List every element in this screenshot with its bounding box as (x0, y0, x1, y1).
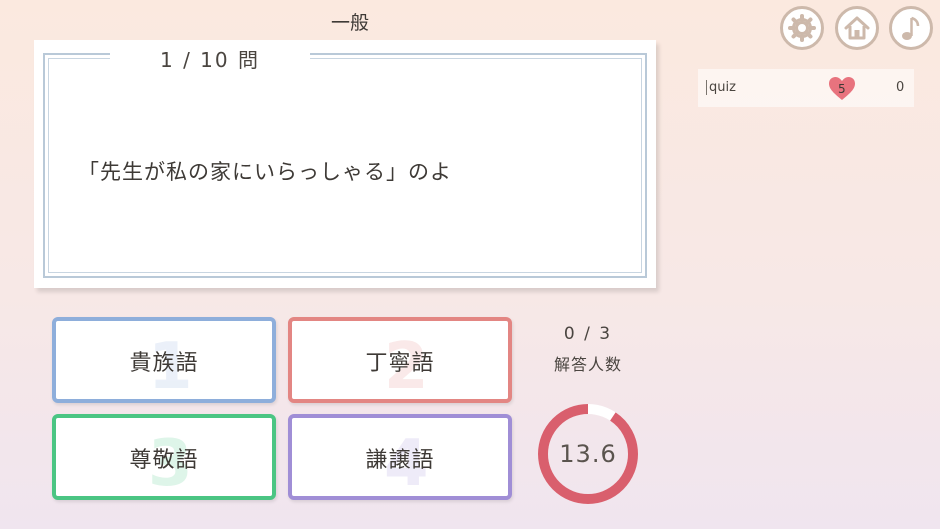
player-name: quiz (706, 80, 736, 95)
question-card: 1 / 10 問 「先生が私の家にいらっしゃる」のよ (34, 40, 656, 288)
answer-label: 丁寧語 (365, 351, 435, 376)
answer-label: 貴族語 (129, 351, 199, 376)
timer-value: 13.6 (559, 440, 617, 468)
answered-count: 0 / 3 (563, 324, 613, 344)
sound-button[interactable] (889, 6, 933, 50)
answer-button-3[interactable]: 3 尊敬語 (52, 414, 276, 500)
heart-count: 5 (838, 82, 846, 96)
answer-button-1[interactable]: 1 貴族語 (52, 317, 276, 403)
answer-button-2[interactable]: 2 丁寧語 (288, 317, 512, 403)
music-note-icon (902, 16, 920, 40)
settings-button[interactable] (780, 6, 824, 50)
answered-label: 解答人数 (553, 355, 622, 374)
gear-icon (788, 14, 816, 42)
question-number: 1 / 10 問 (110, 44, 310, 72)
player-score: 0 (896, 80, 905, 95)
answer-label: 尊敬語 (129, 448, 199, 473)
category-title: 一般 (330, 12, 369, 34)
scoreboard-row: quiz 5 0 (698, 69, 914, 107)
home-button[interactable] (835, 6, 879, 50)
question-text: 「先生が私の家にいらっしゃる」のよ (78, 160, 452, 184)
home-icon (844, 16, 870, 40)
answer-label: 謙譲語 (365, 448, 435, 473)
answer-button-4[interactable]: 4 謙譲語 (288, 414, 512, 500)
